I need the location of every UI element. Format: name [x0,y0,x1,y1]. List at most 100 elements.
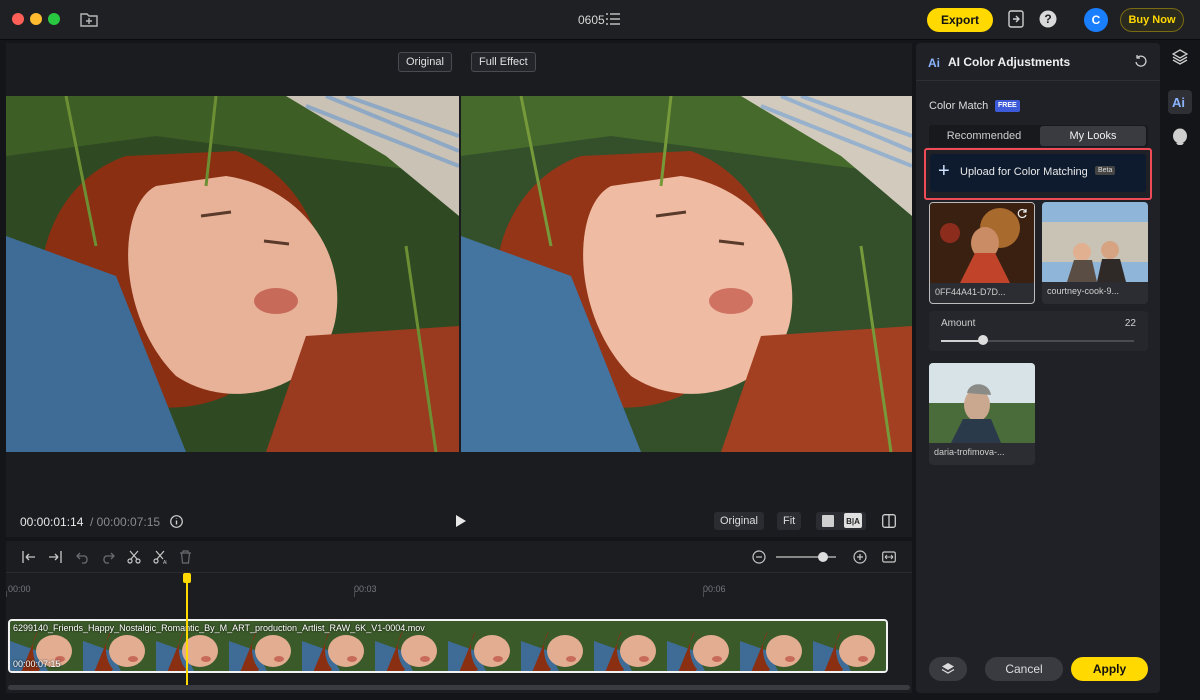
upload-label: Upload for Color Matching [960,166,1088,178]
layers-icon [1172,49,1188,65]
amount-value: 22 [1124,318,1136,329]
svg-text:?: ? [1044,12,1051,26]
look-name: courtney-cook-9... [1047,286,1120,296]
info-icon[interactable] [170,515,183,528]
clip-frame-thumbnail [740,621,813,671]
original-view-button[interactable]: Original [398,52,452,72]
look-name: 0FF44A41-D7D... [935,287,1006,297]
looks-tabs: Recommended My Looks [929,125,1148,147]
panel-title: AI Color Adjustments [948,55,1071,69]
timeline-ruler[interactable]: 00:00 00:03 00:06 [6,573,912,615]
current-timecode: 00:00:01:14 [20,515,84,529]
ai-icon: Ai [928,56,940,68]
user-avatar[interactable]: C [1084,8,1108,32]
compare-layout-icon[interactable] [882,514,896,528]
look-name: daria-trofimova-... [934,447,1005,457]
look-card-selected[interactable]: 0FF44A41-D7D... [929,202,1035,304]
rail-ai-item[interactable]: Ai [1168,90,1192,114]
playhead-handle[interactable] [183,573,191,583]
refresh-icon[interactable] [1017,208,1028,219]
split-view-icon[interactable]: B|A [844,513,862,528]
zoom-in-icon[interactable] [853,550,867,564]
amount-slider-handle[interactable] [978,335,988,345]
look-thumbnail [1042,202,1148,282]
upload-highlight: + Upload for Color Matching Beta [924,148,1152,200]
play-icon[interactable] [455,515,466,527]
help-icon[interactable]: ? [1039,10,1057,28]
timeline: AI 00:00 00:03 00:06 6299140_Friends_Hap… [6,541,912,693]
look-card[interactable]: courtney-cook-9... [1042,202,1148,304]
project-title: 0605 [578,13,605,27]
new-project-icon[interactable] [80,11,98,27]
free-badge: FREE [995,100,1020,112]
amount-control: Amount 22 [929,311,1148,351]
clip-name: 6299140_Friends_Happy_Nostalgic_Romantic… [13,623,425,633]
clip-frame-thumbnail [667,621,740,671]
undo-icon[interactable] [76,550,90,564]
full-effect-button[interactable]: Full Effect [471,52,536,72]
reset-icon[interactable] [1134,54,1148,68]
zoom-window-button[interactable] [48,13,60,25]
amount-slider[interactable] [941,340,1134,342]
color-match-label: Color Match [929,100,989,112]
plus-icon: + [938,160,950,182]
side-rail: Ai [1163,43,1197,693]
rail-layers-item[interactable] [1168,45,1192,69]
amount-slider-fill [941,340,983,342]
zoom-out-icon[interactable] [752,550,766,564]
upload-color-match-button[interactable]: + Upload for Color Matching Beta [930,154,1146,192]
project-list-icon[interactable] [606,13,620,25]
ruler-label: 00:03 [354,584,377,594]
playhead[interactable] [186,573,188,685]
svg-text:Ai: Ai [928,56,940,68]
close-window-button[interactable] [12,13,24,25]
split-icon[interactable] [127,550,141,564]
panel-header: Ai AI Color Adjustments [916,43,1160,81]
title-bar: 0605 Export ? C Buy Now [0,0,1200,40]
panel-footer: Cancel Apply [929,657,1148,681]
fit-timeline-icon[interactable] [882,550,896,564]
amount-label: Amount [941,318,976,329]
apply-button[interactable]: Apply [1071,657,1148,681]
preview-original-image [6,96,459,452]
share-icon[interactable] [1008,10,1024,28]
export-button[interactable]: Export [927,8,993,32]
ai-split-icon[interactable]: AI [153,550,167,564]
beta-badge: Beta [1095,166,1116,175]
buy-now-button[interactable]: Buy Now [1120,8,1184,32]
svg-text:AI: AI [163,560,167,564]
clip-frame-thumbnail [813,621,886,671]
ai-color-panel: Ai AI Color Adjustments Color Match FREE… [916,43,1160,693]
clip-frame-thumbnail [448,621,521,671]
ai-icon: Ai [1172,95,1185,109]
fit-button[interactable]: Fit [777,512,802,530]
trim-start-icon[interactable] [22,550,36,564]
ruler-label: 00:06 [703,584,726,594]
svg-text:B|A: B|A [846,517,860,526]
minimize-window-button[interactable] [30,13,42,25]
clip-frame-thumbnail [594,621,667,671]
look-thumbnail [929,363,1035,443]
delete-icon[interactable] [179,550,192,564]
timeline-scrollbar[interactable] [8,685,910,690]
video-clip[interactable]: 6299140_Friends_Happy_Nostalgic_Romantic… [8,619,888,673]
ruler-label: 00:00 [8,584,31,594]
cancel-button[interactable]: Cancel [985,657,1063,681]
clip-frame-thumbnail [521,621,594,671]
layers-button[interactable] [929,657,967,681]
compare-original-button[interactable]: Original [714,512,764,530]
rail-portrait-item[interactable] [1168,125,1192,149]
total-timecode: / 00:00:07:15 [90,515,161,529]
single-view-icon[interactable] [822,515,834,527]
svg-text:Ai: Ai [1172,95,1185,109]
preview-effect-image [461,96,912,452]
portrait-icon [1173,128,1187,145]
tab-recommended[interactable]: Recommended [931,126,1037,146]
tab-my-looks[interactable]: My Looks [1040,126,1146,146]
redo-icon[interactable] [101,550,115,564]
look-card[interactable]: daria-trofimova-... [929,363,1035,465]
trim-end-icon[interactable] [48,550,62,564]
playback-controls: 00:00:01:14 / 00:00:07:15 Original Fit B… [6,505,912,537]
clip-duration: 00:00:07:15 [13,659,61,669]
zoom-slider-handle[interactable] [818,552,828,562]
